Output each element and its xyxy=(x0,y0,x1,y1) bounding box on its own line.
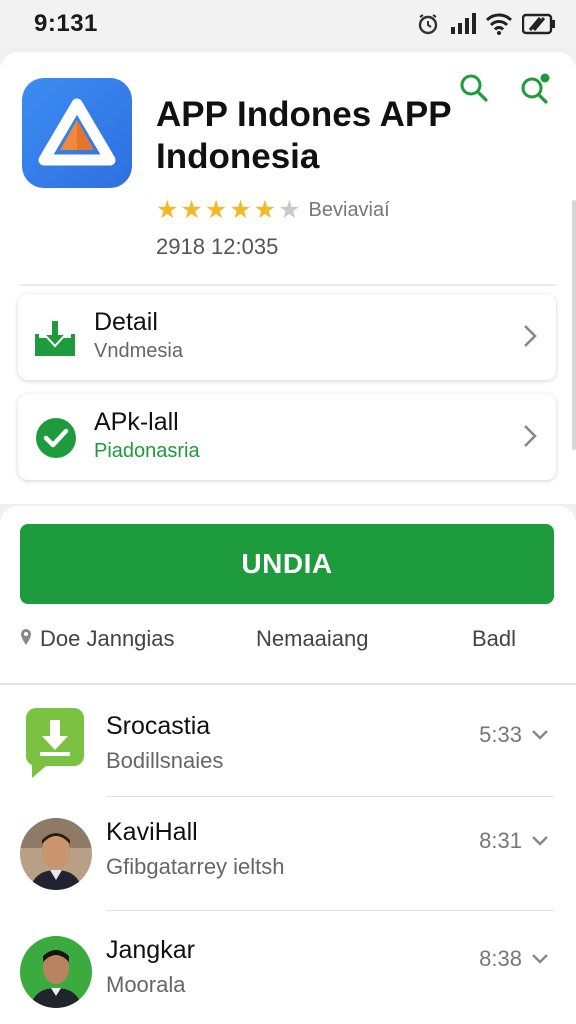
rating-row: ★ ★ ★ ★ ★ ★ Beviaviaí xyxy=(156,198,390,223)
tab-label: Doe Janngias xyxy=(40,626,175,651)
divider xyxy=(20,284,556,286)
alarm-icon xyxy=(416,12,440,36)
divider xyxy=(106,910,554,911)
avatar xyxy=(20,936,92,1008)
chevron-right-icon xyxy=(520,422,540,455)
scrollbar[interactable] xyxy=(572,200,576,450)
rating-text: Beviaviaí xyxy=(308,199,390,221)
star-icon: ★ xyxy=(253,196,277,224)
tab-location[interactable]: Doe Janngias xyxy=(20,626,175,652)
star-empty-icon: ★ xyxy=(278,196,301,224)
search-icon[interactable] xyxy=(458,72,488,109)
list-item[interactable]: KaviHall Gfibgatarrey ieltsh 8:31 xyxy=(0,810,576,910)
list-item-time: 8:31 xyxy=(479,828,522,853)
app-logo-icon xyxy=(22,78,132,188)
tab-label: Nemaaiang xyxy=(256,626,369,651)
download-icon xyxy=(34,316,76,363)
content-card: UNDIA Doe Janngias Nemaaiang Badl Srocas… xyxy=(0,506,576,1024)
chevron-down-icon[interactable] xyxy=(530,830,550,855)
location-pin-icon xyxy=(20,626,32,652)
top-actions xyxy=(458,72,552,109)
chevron-down-icon[interactable] xyxy=(530,724,550,749)
chevron-down-icon[interactable] xyxy=(530,948,550,973)
apk-title: APk-lall xyxy=(94,408,179,436)
status-time: 9:131 xyxy=(34,10,98,37)
search-settings-icon[interactable] xyxy=(518,72,552,109)
divider xyxy=(0,683,576,685)
star-icon: ★ xyxy=(180,196,203,224)
star-icon: ★ xyxy=(204,196,228,224)
signal-icon xyxy=(450,13,476,35)
apk-install-card[interactable]: APk-lall Piadonasria xyxy=(18,394,556,480)
list-item-time: 5:33 xyxy=(479,722,522,747)
list-item-subtitle: Bodillsnaies xyxy=(106,748,224,773)
tab-bar: Doe Janngias Nemaaiang Badl xyxy=(0,626,576,666)
app-header-card: APP Indones APP Indonesia ★ ★ ★ ★ ★ ★ Be… xyxy=(0,52,576,504)
star-icon: ★ xyxy=(229,196,252,224)
install-button[interactable]: UNDIA xyxy=(20,524,554,604)
download-app-icon xyxy=(26,708,84,778)
list-item-name: Srocastia xyxy=(106,712,211,740)
detail-title: Detail xyxy=(94,308,158,336)
avatar xyxy=(20,818,92,890)
tab-middle[interactable]: Nemaaiang xyxy=(256,626,369,652)
tab-right[interactable]: Badl xyxy=(472,626,516,652)
list-item-time: 8:38 xyxy=(479,946,522,971)
app-date: 2918 12:035 xyxy=(156,234,279,259)
list-item-subtitle: Gfibgatarrey ieltsh xyxy=(106,854,285,879)
wifi-icon xyxy=(486,13,512,35)
list-item-subtitle: Moorala xyxy=(106,972,186,997)
check-circle-icon xyxy=(34,416,78,465)
detail-subtitle: Vndmesia xyxy=(94,340,183,362)
star-icon: ★ xyxy=(156,196,179,224)
chevron-right-icon xyxy=(520,322,540,355)
status-icons xyxy=(416,12,556,36)
battery-icon xyxy=(522,13,556,35)
status-bar: 9:131 xyxy=(0,0,576,48)
list-item-name: KaviHall xyxy=(106,818,198,846)
detail-card[interactable]: Detail Vndmesia xyxy=(18,294,556,380)
divider xyxy=(106,796,554,797)
apk-subtitle: Piadonasria xyxy=(94,440,200,462)
list-item[interactable]: Jangkar Moorala 8:38 xyxy=(0,928,576,1024)
list-item[interactable]: Srocastia Bodillsnaies 5:33 xyxy=(0,704,576,804)
list-item-name: Jangkar xyxy=(106,936,195,964)
app-title: APP Indones APP Indonesia xyxy=(156,95,451,176)
tab-label: Badl xyxy=(472,626,517,651)
